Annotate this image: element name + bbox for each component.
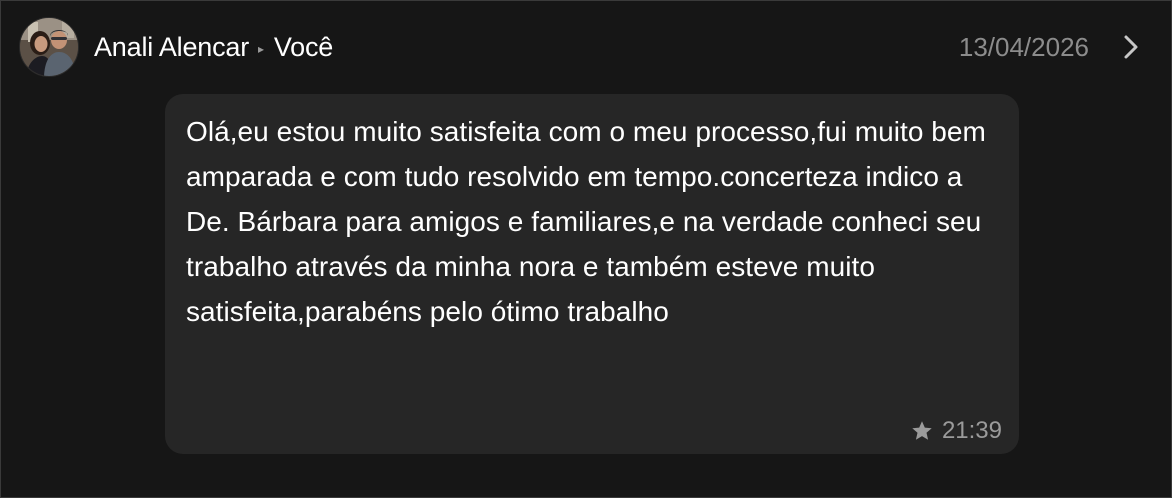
- chevron-right-icon[interactable]: [1119, 34, 1143, 60]
- message-meta: 21:39: [910, 417, 1002, 445]
- sender-arrow-icon: ▸: [258, 42, 264, 56]
- message-header: Anali Alencar ▸ Você 13/04/2026: [1, 1, 1171, 93]
- message-text: Olá,eu estou muito satisfeita com o meu …: [186, 116, 986, 327]
- sender-line: Anali Alencar ▸ Você: [94, 29, 333, 65]
- avatar-photo: [20, 18, 78, 76]
- message-date: 13/04/2026: [958, 32, 1089, 62]
- message-detail-panel: Anali Alencar ▸ Você 13/04/2026 Olá,eu e…: [0, 0, 1172, 498]
- star-icon: [912, 421, 932, 440]
- recipient-name: Você: [273, 31, 334, 62]
- message-bubble: Olá,eu estou muito satisfeita com o meu …: [165, 94, 1019, 454]
- message-time: 21:39: [941, 417, 1002, 444]
- avatar[interactable]: [19, 17, 79, 77]
- sender-name[interactable]: Anali Alencar: [94, 32, 249, 63]
